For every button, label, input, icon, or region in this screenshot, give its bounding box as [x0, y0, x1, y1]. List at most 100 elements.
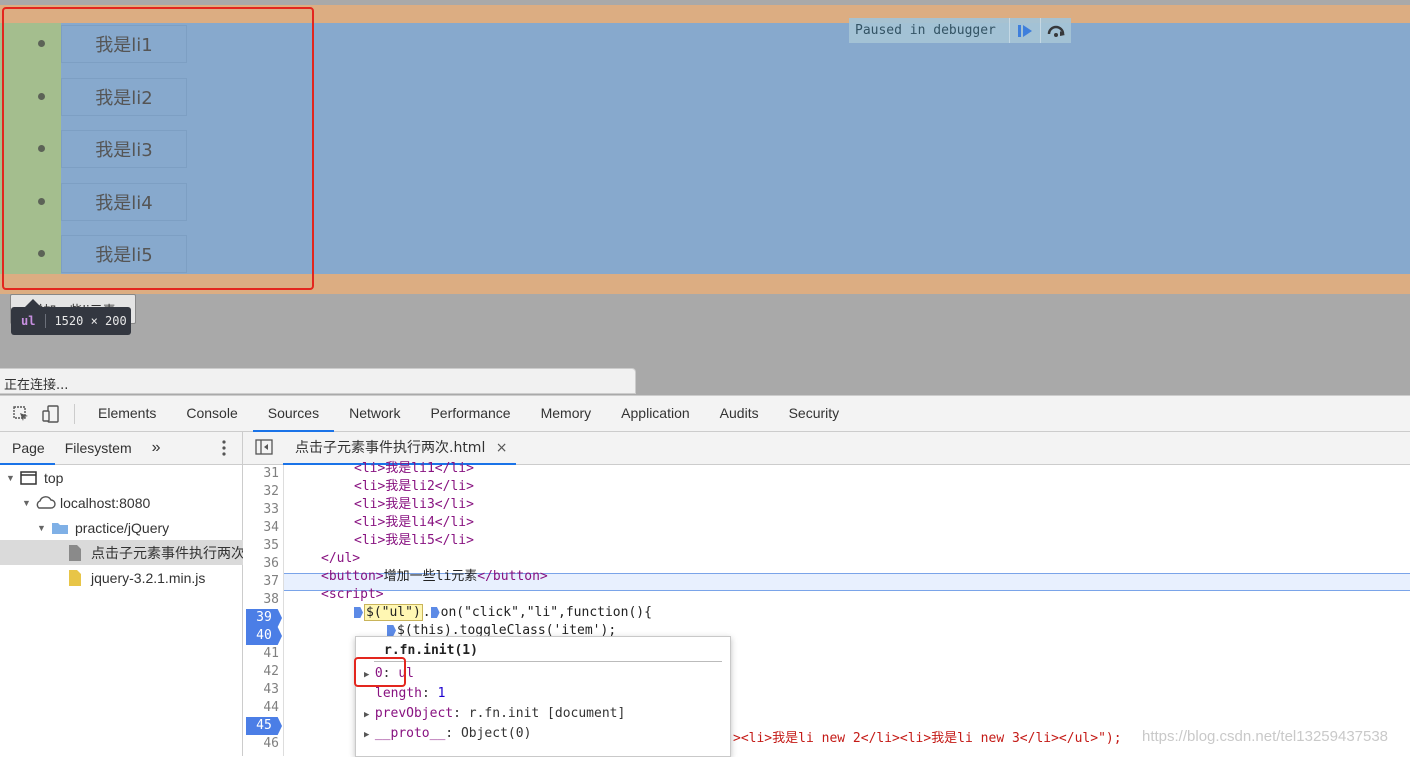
- expanded-triangle-icon: ▼: [6, 472, 15, 483]
- expanded-triangle-icon: ▼: [22, 497, 31, 508]
- code-text: 增加一些li元素: [383, 569, 478, 584]
- tooltip-tag: ul: [11, 314, 47, 328]
- tab-console[interactable]: Console: [171, 396, 252, 431]
- prop-name: length: [375, 686, 422, 701]
- prop-length: length: 1: [375, 686, 446, 701]
- line-number[interactable]: 32: [243, 483, 279, 501]
- code-text: on("click","li",function(){: [440, 605, 652, 620]
- line-number[interactable]: 35: [243, 537, 279, 555]
- code-line-36: </ul>: [321, 551, 361, 566]
- execution-marker-icon[interactable]: [387, 625, 396, 636]
- code-line-33: <li>我是li3</li>: [354, 497, 474, 512]
- close-tab-icon[interactable]: ×: [496, 440, 508, 456]
- paused-text: Paused in debugger: [855, 23, 996, 38]
- code-line-35: <li>我是li5</li>: [354, 533, 474, 548]
- code-text: .: [422, 605, 431, 620]
- code-line-34: <li>我是li4</li>: [354, 515, 474, 530]
- popover-divider: [374, 661, 722, 662]
- nav-tab-filesystem[interactable]: Filesystem: [55, 432, 142, 464]
- toggle-navigator-icon[interactable]: [255, 438, 273, 458]
- tab-elements[interactable]: Elements: [83, 396, 171, 431]
- code-tag: </button>: [477, 569, 548, 584]
- cloud-icon: [36, 495, 56, 509]
- toolbar-divider: [74, 403, 75, 424]
- folder-icon: [52, 522, 68, 534]
- execution-marker-icon[interactable]: [430, 607, 440, 618]
- line-number[interactable]: 31: [243, 465, 279, 483]
- devtools-tab-bar: Elements Console Sources Network Perform…: [0, 396, 1410, 432]
- line-number[interactable]: 37: [243, 573, 279, 591]
- line-number[interactable]: 43: [243, 681, 279, 699]
- breakpoint-line-number[interactable]: 45: [246, 717, 282, 735]
- code-line-46: ><li>我是li new 2</li><li>我是li new 3</li><…: [733, 731, 1122, 746]
- file-tab-label: 点击子元素事件执行两次.html: [295, 440, 486, 456]
- status-bar: 正在连接...: [0, 368, 636, 394]
- tab-performance[interactable]: Performance: [415, 396, 525, 431]
- step-over-button[interactable]: [1040, 18, 1071, 43]
- tree-label: top: [44, 469, 64, 486]
- element-size-tooltip: ul 1520 × 200: [11, 307, 131, 335]
- code-tag: <button>: [321, 569, 384, 584]
- code-line-31: <li>我是li1</li>: [354, 461, 474, 476]
- file-icon: [69, 544, 81, 561]
- page-viewport: 我是li1 我是li2 我是li3 我是li4 我是li5 Paused in …: [0, 0, 1410, 395]
- hovered-expression[interactable]: $("ul"): [364, 604, 423, 621]
- resume-icon: [1018, 24, 1032, 37]
- tree-label: practice/jQuery: [75, 519, 170, 536]
- collapsed-triangle-icon: ▶: [364, 710, 375, 720]
- tab-application[interactable]: Application: [606, 396, 705, 431]
- resume-button[interactable]: [1009, 18, 1040, 43]
- line-number[interactable]: 44: [243, 699, 279, 717]
- line-number-gutter: 31 32 33 34 35 36 37 38 39 40 41 42 43 4…: [243, 465, 284, 756]
- line-number[interactable]: 42: [243, 663, 279, 681]
- more-tabs-icon[interactable]: »: [142, 432, 171, 464]
- line-number[interactable]: 33: [243, 501, 279, 519]
- tab-network[interactable]: Network: [334, 396, 415, 431]
- execution-marker-icon[interactable]: [354, 607, 363, 618]
- prop-value: Object(0): [460, 726, 532, 741]
- tab-sources[interactable]: Sources: [252, 396, 335, 432]
- line-number[interactable]: 36: [243, 555, 279, 573]
- navigator-tab-bar: Page Filesystem »: [0, 432, 242, 465]
- nav-tab-page[interactable]: Page: [0, 432, 55, 465]
- annotation-box-prop: [354, 657, 406, 687]
- tree-label: localhost:8080: [60, 494, 151, 511]
- line-number[interactable]: 34: [243, 519, 279, 537]
- line-number[interactable]: 38: [243, 591, 279, 609]
- prop-name: prevObject: [374, 706, 454, 721]
- watermark: https://blog.csdn.net/tel13259437538: [1142, 728, 1389, 745]
- frame-icon: [20, 470, 37, 485]
- prop-proto[interactable]: ▶ __proto__: Object(0): [364, 725, 531, 743]
- object-preview-popover: r.fn.init(1) ▶ 0: ul length: 1 ▶ prevObj…: [355, 636, 731, 757]
- tooltip-arrow: [25, 299, 41, 307]
- js-file-icon: [69, 569, 81, 586]
- annotation-box-list: [2, 7, 314, 290]
- prop-value: 1: [437, 686, 446, 701]
- code-line-37: <button>增加一些li元素</button>: [321, 568, 548, 586]
- tab-security[interactable]: Security: [774, 396, 855, 431]
- line-number[interactable]: 46: [243, 735, 279, 753]
- line-number[interactable]: 41: [243, 645, 279, 663]
- breakpoint-line-number[interactable]: 40: [246, 627, 282, 645]
- breakpoint-line-number[interactable]: 39: [246, 609, 282, 627]
- tab-memory[interactable]: Memory: [526, 396, 607, 431]
- inspect-element-icon[interactable]: [6, 396, 36, 431]
- prop-name: __proto__: [374, 726, 446, 741]
- tree-item-localhost[interactable]: ▼ localhost:8080: [0, 490, 263, 515]
- tree-label: jquery-3.2.1.min.js: [91, 569, 206, 586]
- kebab-menu-icon[interactable]: [222, 440, 226, 459]
- device-toolbar-icon[interactable]: [36, 396, 66, 431]
- tab-audits[interactable]: Audits: [705, 396, 774, 431]
- tooltip-size: 1520 × 200: [54, 314, 127, 328]
- step-over-icon: [1047, 25, 1065, 37]
- paused-in-debugger-bar: Paused in debugger: [849, 18, 1071, 43]
- tree-item-folder[interactable]: ▼ practice/jQuery: [0, 515, 278, 540]
- code-line-39: $("ul"). on("click","li",function(){: [354, 604, 652, 622]
- popover-title: r.fn.init(1): [384, 643, 478, 658]
- sources-navigator: Page Filesystem » ▼ top ▼ localhost:8080…: [0, 432, 309, 756]
- prop-prevObject[interactable]: ▶ prevObject: r.fn.init [document]: [364, 705, 625, 723]
- code-line-32: <li>我是li2</li>: [354, 479, 474, 494]
- code-line-38: <script>: [321, 587, 384, 602]
- tree-item-top[interactable]: ▼ top: [0, 465, 247, 490]
- collapsed-triangle-icon: ▶: [364, 730, 375, 740]
